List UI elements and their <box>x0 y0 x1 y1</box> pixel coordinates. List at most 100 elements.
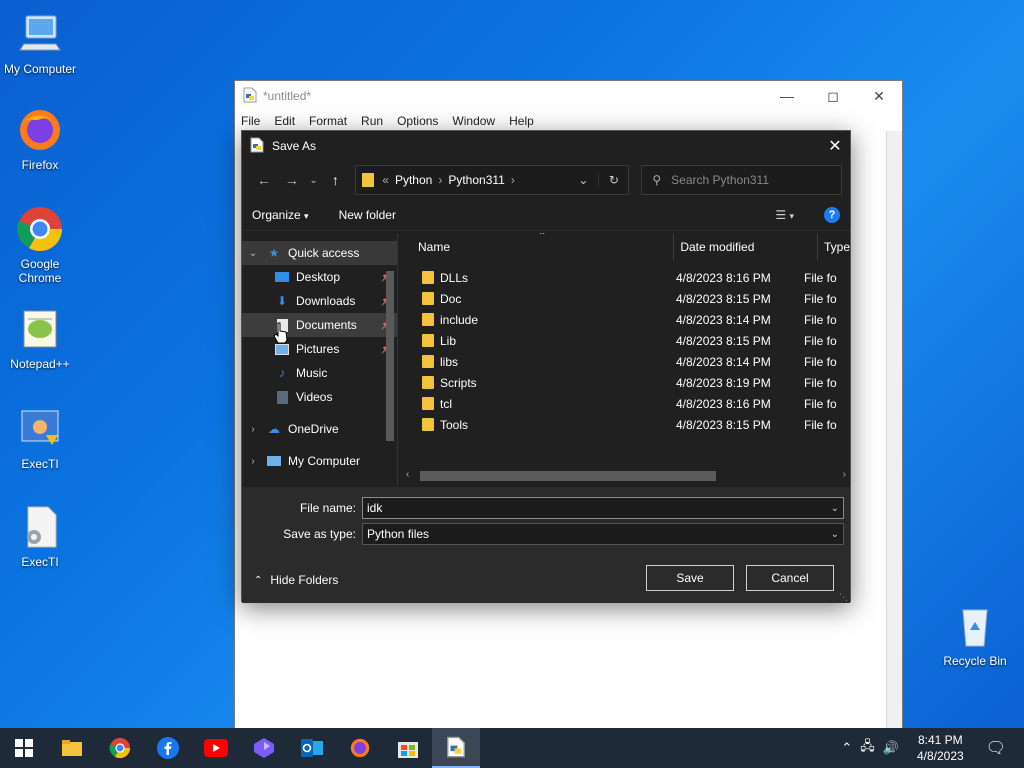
chevron-down-icon[interactable]: ⌄ <box>831 503 839 514</box>
taskbar-chrome[interactable] <box>96 728 144 768</box>
address-dropdown-icon[interactable]: ⌄ <box>568 173 598 187</box>
menu-help[interactable]: Help <box>509 114 534 128</box>
organize-button[interactable]: Organize ▾ <box>252 208 309 222</box>
clock[interactable]: 8:41 PM 4/8/2023 <box>917 732 964 764</box>
nav-onedrive[interactable]: › ☁ OneDrive <box>242 417 397 441</box>
taskbar-outlook[interactable] <box>288 728 336 768</box>
taskbar-youtube[interactable] <box>192 728 240 768</box>
file-row[interactable]: Scripts 4/8/2023 8:19 PM File fo <box>402 372 850 393</box>
file-row[interactable]: Doc 4/8/2023 8:15 PM File fo <box>402 288 850 309</box>
nav-documents[interactable]: Documents 📌 <box>242 313 397 337</box>
horizontal-scroll-thumb[interactable] <box>420 471 716 481</box>
chevron-down-icon[interactable]: ⌄ <box>831 529 839 540</box>
file-type: File fo <box>804 291 837 306</box>
search-input[interactable]: ⚲ Search Python311 <box>641 165 842 195</box>
menu-run[interactable]: Run <box>361 114 383 128</box>
nav-scrollbar[interactable] <box>383 241 397 477</box>
nav-music[interactable]: ♪ Music <box>242 361 397 385</box>
desktop-icon-execti-2[interactable]: ExecTI <box>0 503 80 569</box>
editor-menubar: File Edit Format Run Options Window Help <box>235 111 902 131</box>
chevron-up-icon[interactable]: ⌃ <box>841 740 852 756</box>
column-type[interactable]: Type <box>818 233 850 261</box>
nav-downloads[interactable]: ⬇ Downloads 📌 <box>242 289 397 313</box>
hide-folders-button[interactable]: ⌃ Hide Folders <box>254 573 338 587</box>
taskbar-python-idle[interactable] <box>432 728 480 768</box>
save-type-select[interactable]: Python files ⌄ <box>362 523 844 545</box>
desktop-icon-notepadpp[interactable]: Notepad++ <box>0 305 80 371</box>
file-row[interactable]: include 4/8/2023 8:14 PM File fo <box>402 309 850 330</box>
file-type: File fo <box>804 417 837 432</box>
editor-vertical-scrollbar[interactable] <box>886 131 902 729</box>
volume-icon[interactable]: 🔊 <box>883 740 899 756</box>
cancel-button[interactable]: Cancel <box>746 565 834 591</box>
maximize-icon[interactable]: ◻ <box>810 81 856 111</box>
start-button[interactable] <box>0 728 48 768</box>
clock-date: 4/8/2023 <box>916 749 964 763</box>
refresh-icon[interactable]: ↻ <box>598 173 628 187</box>
menu-format[interactable]: Format <box>309 114 347 128</box>
back-arrow-icon[interactable]: ← <box>250 172 278 188</box>
taskbar-firefox[interactable] <box>336 728 384 768</box>
column-date-modified[interactable]: Date modified <box>674 233 818 261</box>
save-button[interactable]: Save <box>646 565 734 591</box>
nav-label: Videos <box>296 390 333 404</box>
file-name: libs <box>440 354 459 369</box>
chevron-right-icon[interactable]: › <box>246 456 260 467</box>
file-row[interactable]: libs 4/8/2023 8:14 PM File fo <box>402 351 850 372</box>
desktop-icon-chrome[interactable]: Google Chrome <box>0 205 80 285</box>
recent-chevron-down-icon[interactable]: ⌄ <box>306 175 322 186</box>
chevron-down-icon[interactable]: ⌄ <box>246 248 260 259</box>
taskbar-store[interactable] <box>384 728 432 768</box>
desktop-icon-recycle-bin[interactable]: Recycle Bin <box>935 602 1015 668</box>
nav-my-computer[interactable]: › My Computer <box>242 449 397 473</box>
breadcrumb-python[interactable]: Python <box>395 173 432 187</box>
nav-scroll-thumb[interactable] <box>386 271 394 441</box>
folder-icon <box>422 271 434 284</box>
nav-pictures[interactable]: Pictures 📌 <box>242 337 397 361</box>
file-row[interactable]: Lib 4/8/2023 8:15 PM File fo <box>402 330 850 351</box>
nav-videos[interactable]: Videos <box>242 385 397 409</box>
breadcrumb-overflow[interactable]: « <box>382 173 389 187</box>
resize-grip-icon[interactable]: ⋱ <box>839 592 848 603</box>
dialog-toolbar: Organize ▾ New folder ☰ ▾ ? <box>242 199 850 231</box>
file-row[interactable]: tcl 4/8/2023 8:16 PM File fo <box>402 393 850 414</box>
address-bar[interactable]: « Python › Python311 › ⌄ ↻ <box>355 165 630 195</box>
file-date: 4/8/2023 8:15 PM <box>676 417 771 432</box>
file-name-input[interactable]: idk ⌄ <box>362 497 844 519</box>
close-icon[interactable]: ✕ <box>856 81 902 111</box>
taskbar-facebook[interactable] <box>144 728 192 768</box>
new-folder-button[interactable]: New folder <box>339 208 396 222</box>
nav-desktop[interactable]: Desktop 📌 <box>242 265 397 289</box>
editor-titlebar[interactable]: *untitled* — ◻ ✕ <box>235 81 902 111</box>
scroll-right-icon[interactable]: › <box>843 469 846 480</box>
desktop-icon-execti[interactable]: ExecTI <box>0 405 80 471</box>
dialog-titlebar[interactable]: Save As ✕ <box>242 131 850 161</box>
menu-file[interactable]: File <box>241 114 260 128</box>
taskbar-file-explorer[interactable] <box>48 728 96 768</box>
editor-title: *untitled* <box>263 89 312 103</box>
minimize-icon[interactable]: — <box>764 81 810 111</box>
network-icon[interactable]: 🖧 <box>860 737 875 759</box>
menu-window[interactable]: Window <box>452 114 495 128</box>
notification-icon[interactable]: 🗨 <box>986 738 1006 758</box>
file-row[interactable]: Tools 4/8/2023 8:15 PM File fo <box>402 414 850 435</box>
help-icon[interactable]: ? <box>824 206 840 223</box>
breadcrumb-python311[interactable]: Python311 <box>448 173 505 187</box>
chevron-right-icon[interactable]: › <box>246 424 260 435</box>
file-row[interactable]: DLLs 4/8/2023 8:16 PM File fo <box>402 267 850 288</box>
dialog-close-icon[interactable]: ✕ <box>820 136 850 156</box>
scroll-left-icon[interactable]: ‹ <box>406 469 409 480</box>
menu-options[interactable]: Options <box>397 114 438 128</box>
desktop-icon-firefox[interactable]: Firefox <box>0 106 80 172</box>
nav-label: Pictures <box>296 342 340 356</box>
taskbar-clipchamp[interactable] <box>240 728 288 768</box>
file-type: File fo <box>804 396 837 411</box>
view-options-icon[interactable]: ☰ ▾ <box>775 208 794 222</box>
up-arrow-icon[interactable]: ↑ <box>321 172 349 188</box>
forward-arrow-icon[interactable]: → <box>278 172 306 188</box>
desktop-icon-my-computer[interactable]: My Computer <box>0 10 80 76</box>
clipchamp-icon <box>254 738 274 758</box>
menu-edit[interactable]: Edit <box>274 114 295 128</box>
file-list-horizontal-scrollbar[interactable]: ‹ › <box>402 467 850 483</box>
nav-quick-access[interactable]: ⌄ ★ Quick access <box>242 241 397 265</box>
